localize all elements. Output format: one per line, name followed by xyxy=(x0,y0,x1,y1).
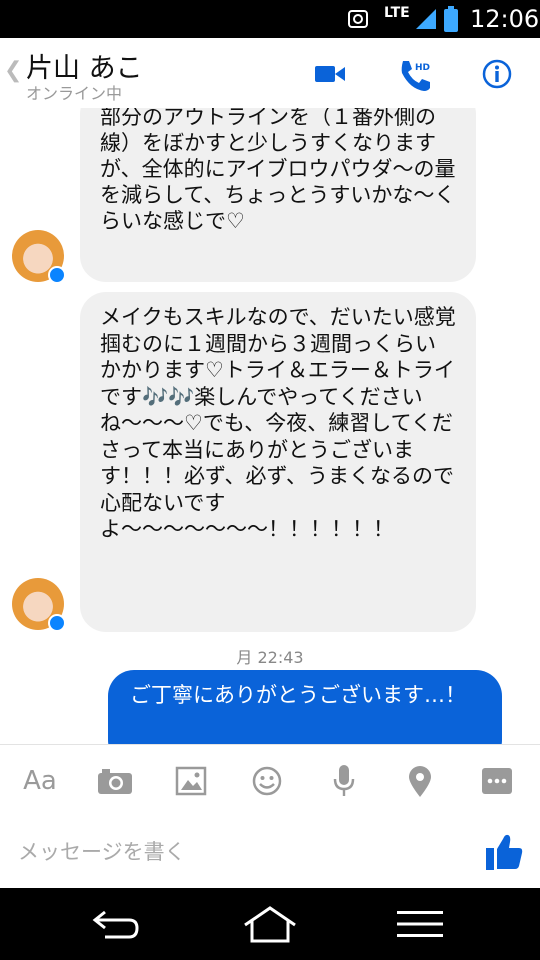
compose-bar xyxy=(0,818,540,888)
signal-icon xyxy=(414,0,438,38)
microphone-icon[interactable] xyxy=(322,761,366,801)
composer-toolbar: Aa xyxy=(0,744,540,818)
message-timestamp: 月 22:43 xyxy=(236,648,304,667)
network-label: LTE xyxy=(384,5,410,21)
home-icon[interactable] xyxy=(235,902,305,946)
conversation-header: ❮ 片山 あこ オンライン中 HD xyxy=(0,38,540,108)
location-pin-icon[interactable] xyxy=(398,761,442,801)
menu-icon[interactable] xyxy=(385,902,455,946)
incoming-message[interactable]: メイクもスキルなので、だいたい感覚掴むのに１週間から３週間っくらいかかります♡ト… xyxy=(80,292,476,632)
system-navigation-bar xyxy=(0,888,540,960)
svg-text:HD: HD xyxy=(415,63,430,73)
chevron-left-icon[interactable]: ❮ xyxy=(4,58,22,83)
incoming-message[interactable]: 部分のアウトラインを（１番外側の線）をぼかすと少しうすくなりますが、全体的にアイ… xyxy=(80,108,476,282)
sim-icon xyxy=(346,0,370,38)
text-format-button[interactable]: Aa xyxy=(18,761,62,801)
messenger-badge-icon xyxy=(48,614,66,632)
outgoing-message[interactable]: ご丁寧にありがとうございます…！ xyxy=(108,670,502,744)
battery-icon xyxy=(444,0,458,38)
hd-phone-call-icon[interactable]: HD xyxy=(395,56,435,92)
info-icon[interactable] xyxy=(477,56,517,92)
emoji-icon[interactable] xyxy=(245,761,289,801)
thumbs-up-icon[interactable] xyxy=(480,828,528,876)
more-options-icon[interactable] xyxy=(475,761,519,801)
message-text: メイクもスキルなので、だいたい感覚掴むのに１週間から３週間っくらいかかります♡ト… xyxy=(100,305,456,541)
message-list[interactable]: 部分のアウトラインを（１番外側の線）をぼかすと少しうすくなりますが、全体的にアイ… xyxy=(0,108,540,744)
video-call-icon[interactable] xyxy=(310,56,350,92)
message-text: 部分のアウトラインを（１番外側の線）をぼかすと少しうすくなりますが、全体的にアイ… xyxy=(100,108,456,233)
photo-icon[interactable] xyxy=(169,761,213,801)
status-bar: LTE 12:06 xyxy=(0,0,540,38)
contact-status: オンライン中 xyxy=(26,84,123,103)
avatar[interactable] xyxy=(12,578,66,632)
clock: 12:06 xyxy=(470,5,540,33)
camera-icon[interactable] xyxy=(93,761,137,801)
messenger-badge-icon xyxy=(48,266,66,284)
avatar[interactable] xyxy=(12,230,66,284)
message-text: ご丁寧にありがとうございます…！ xyxy=(130,683,466,707)
message-input[interactable] xyxy=(18,832,458,872)
back-arrow-icon[interactable] xyxy=(80,902,150,946)
